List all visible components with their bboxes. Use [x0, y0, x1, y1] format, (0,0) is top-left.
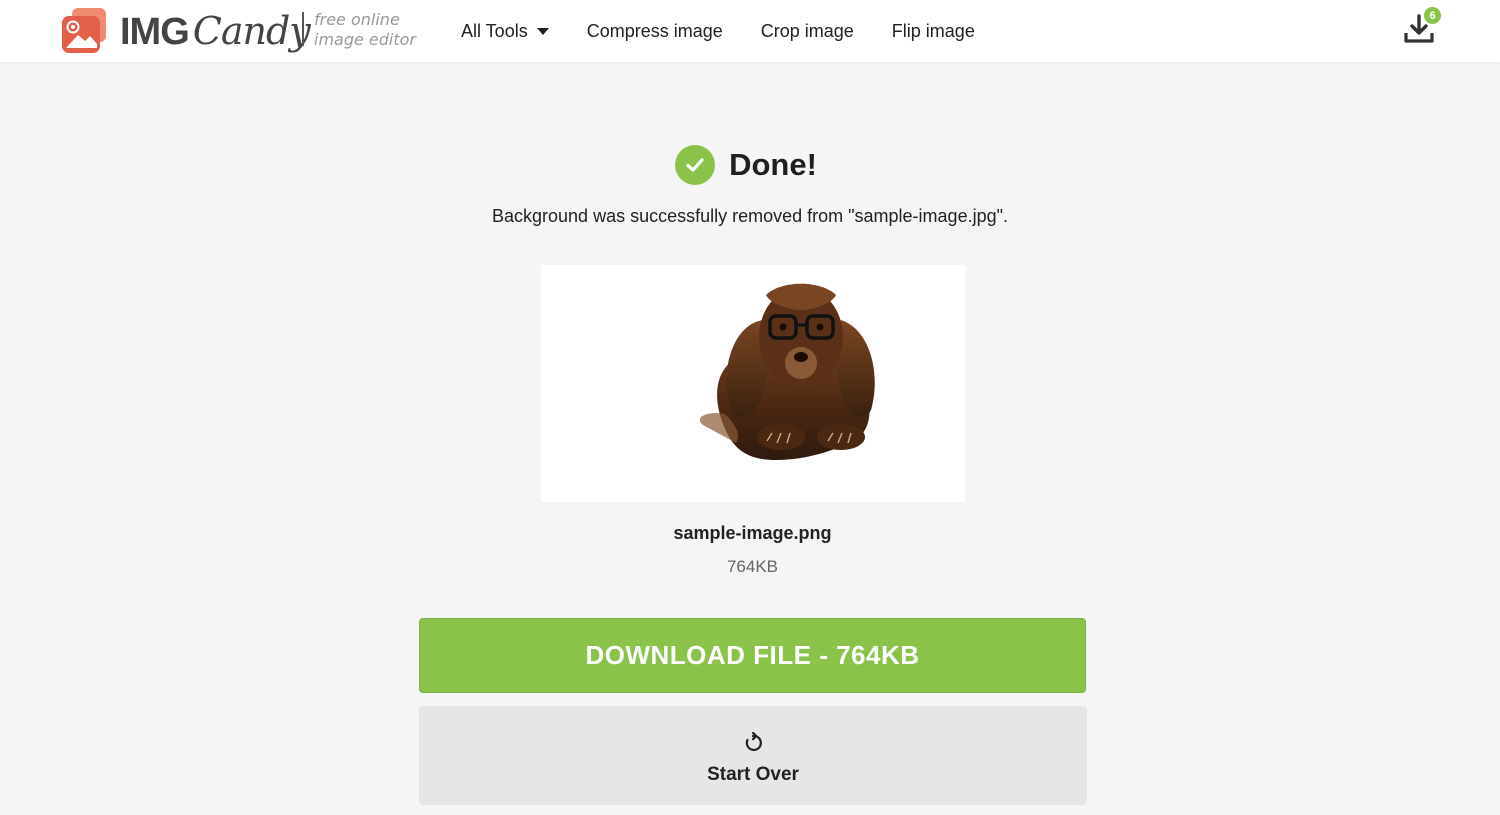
- refresh-icon: [745, 731, 762, 751]
- status-heading: Done!: [0, 145, 1500, 185]
- nav-crop-image[interactable]: Crop image: [761, 21, 854, 42]
- download-file-button[interactable]: DOWNLOAD FILE - 764KB: [419, 618, 1086, 693]
- chevron-down-icon: [536, 28, 549, 35]
- nav-all-tools-label: All Tools: [461, 20, 528, 41]
- start-over-button[interactable]: Start Over: [419, 706, 1087, 805]
- nav-all-tools[interactable]: All Tools: [461, 21, 549, 42]
- nav-compress-image-label: Compress image: [586, 20, 723, 41]
- check-circle-icon: [675, 145, 716, 185]
- output-file-name: sample-image.png: [673, 523, 832, 543]
- success-message: Background was successfully removed from…: [492, 206, 1008, 226]
- main-nav: All Tools Compress image Crop image Flip…: [461, 0, 1013, 62]
- nav-flip-image-label: Flip image: [891, 20, 975, 41]
- tagline-line-1: free online: [314, 10, 400, 29]
- result-preview: [541, 265, 965, 502]
- logo-icon: [60, 8, 108, 54]
- tagline-line-2: image editor: [314, 30, 417, 49]
- output-file-size: 764KB: [726, 557, 779, 576]
- logo-tagline: free online image editor: [314, 10, 434, 50]
- page-title: Done!: [729, 147, 817, 182]
- logo-text-candy: Candy: [192, 8, 311, 53]
- logo-divider: [302, 12, 304, 46]
- downloads-count-badge: 6: [1424, 7, 1441, 24]
- nav-compress-image[interactable]: Compress image: [587, 21, 723, 42]
- site-logo[interactable]: IMG Candy: [60, 8, 311, 54]
- start-over-label: Start Over: [707, 763, 799, 785]
- dog-preview-image: [699, 283, 875, 460]
- nav-crop-image-label: Crop image: [760, 20, 854, 41]
- logo-text-img: IMG: [120, 10, 190, 53]
- nav-flip-image[interactable]: Flip image: [892, 21, 975, 42]
- top-header: IMG Candy free online image editor All T…: [0, 0, 1500, 62]
